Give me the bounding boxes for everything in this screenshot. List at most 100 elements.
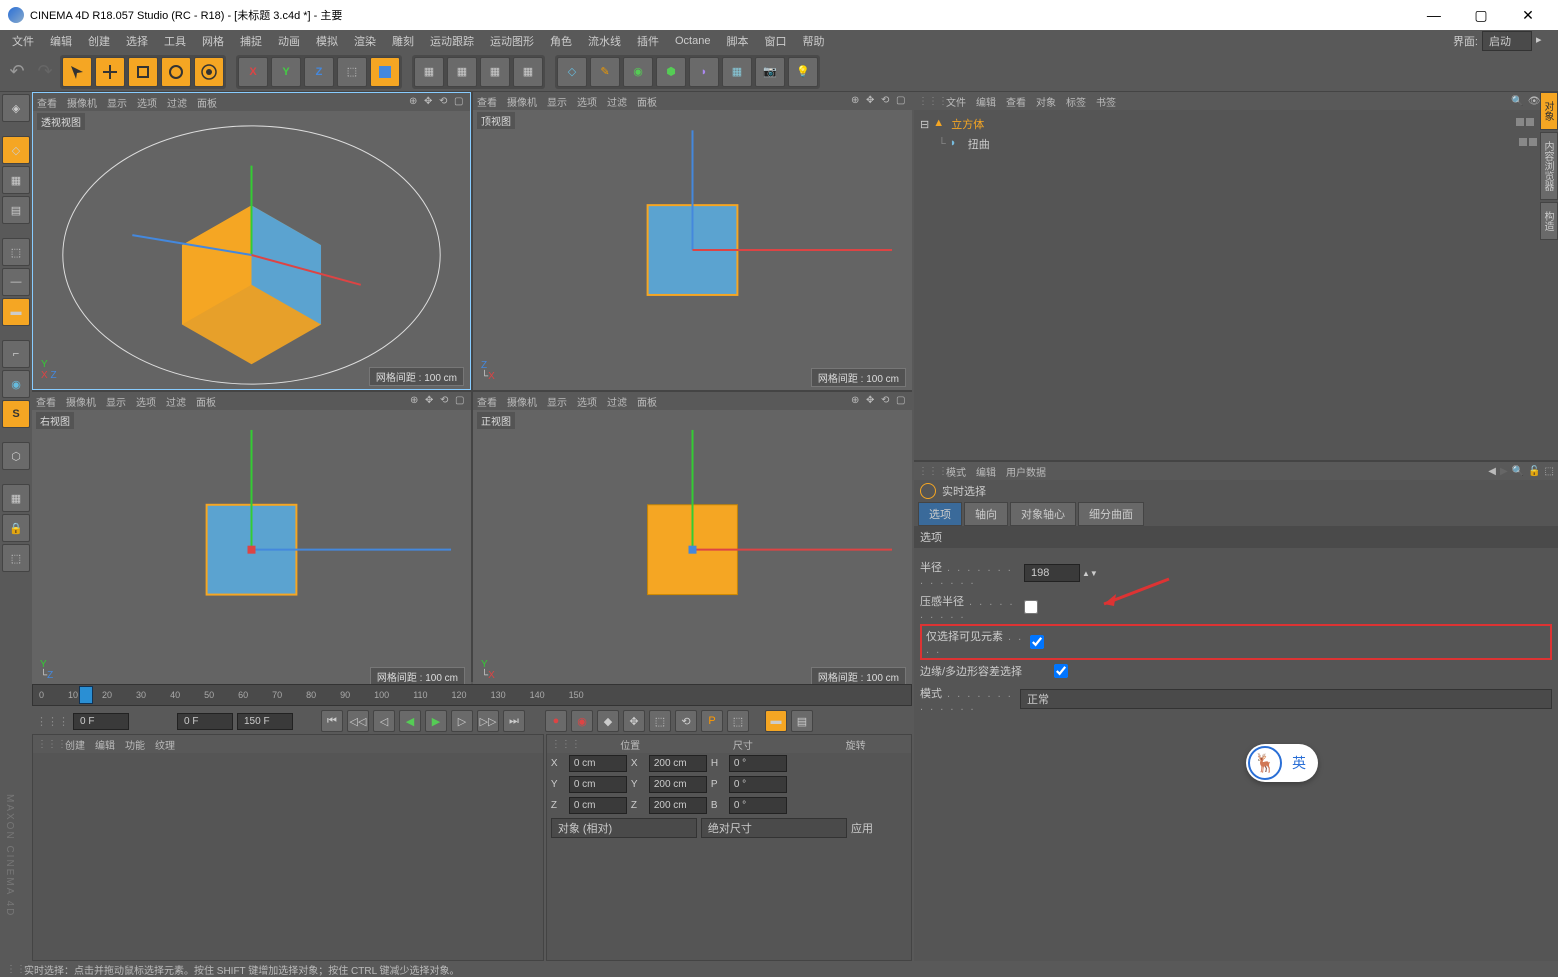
grip-icon[interactable]: ⋮⋮⋮ (918, 466, 936, 477)
vp-nav-icon[interactable]: ▢ (896, 95, 908, 107)
fcurve-window[interactable]: ▤ (791, 710, 813, 732)
grip-icon[interactable]: ⋮⋮⋮ (6, 964, 24, 975)
mat-create[interactable]: 创建 (65, 737, 85, 752)
grip-icon[interactable]: ⋮⋮⋮ (551, 739, 569, 750)
move-tool[interactable] (95, 57, 125, 87)
search-icon[interactable]: 🔍 (1512, 466, 1524, 477)
vp-panel[interactable]: 面板 (196, 394, 216, 409)
vp-options[interactable]: 选项 (577, 94, 597, 109)
vp-nav-icon[interactable]: ⟲ (881, 95, 893, 107)
vp-nav-icon[interactable]: ⊕ (409, 96, 421, 108)
pos-z[interactable]: 0 cm (569, 797, 627, 814)
redo-button[interactable]: ↷ (32, 59, 58, 85)
mat-texture[interactable]: 纹理 (155, 737, 175, 752)
vp-display[interactable]: 显示 (106, 394, 126, 409)
vp-nav-icon[interactable]: ▢ (455, 395, 467, 407)
y-axis-button[interactable]: Y (271, 57, 301, 87)
vp-nav-icon[interactable]: ✥ (425, 395, 437, 407)
vp-nav-icon[interactable]: ✥ (866, 95, 878, 107)
render-settings-button[interactable]: ▦ (480, 57, 510, 87)
visibility-dot[interactable] (1519, 138, 1527, 146)
viewport-perspective[interactable]: 查看 摄像机 显示 选项 过滤 面板 ⊕✥⟲▢ 透视视图 (32, 92, 471, 390)
apply-button[interactable]: 应用 (851, 820, 907, 836)
workplane-mode[interactable]: ▤ (2, 196, 30, 224)
menu-tools[interactable]: 工具 (158, 31, 192, 51)
rotate-tool[interactable] (161, 57, 191, 87)
timeline-slider[interactable] (79, 686, 93, 704)
obj-edit[interactable]: 编辑 (976, 94, 996, 109)
sidetab-2[interactable]: 内容浏览器 (1540, 132, 1558, 200)
sidetab-3[interactable]: 构造 (1540, 202, 1558, 240)
goto-end[interactable]: ⏭ (503, 710, 525, 732)
nav-fwd-icon[interactable]: ▶ (1500, 466, 1508, 477)
obj-file[interactable]: 文件 (946, 94, 966, 109)
vp-nav-icon[interactable]: ✥ (424, 96, 436, 108)
menu-create[interactable]: 创建 (82, 31, 116, 51)
scale-tool[interactable] (128, 57, 158, 87)
goto-start[interactable]: ⏮ (321, 710, 343, 732)
viewport-front[interactable]: 查看 摄像机 显示 选项 过滤 面板 ⊕✥⟲▢ 正视图 (473, 392, 912, 689)
menu-plugins[interactable]: 插件 (631, 31, 665, 51)
light-icon[interactable]: 💡 (788, 57, 818, 87)
undo-button[interactable]: ↶ (4, 59, 30, 85)
size-mode[interactable]: 绝对尺寸 (701, 818, 847, 838)
visibility-dot[interactable] (1526, 118, 1534, 126)
vp-filter[interactable]: 过滤 (166, 394, 186, 409)
close-button[interactable]: ✕ (1506, 7, 1550, 24)
vp-nav-icon[interactable]: ⟲ (881, 395, 893, 407)
vp-nav-icon[interactable]: ⟲ (439, 96, 451, 108)
vp-options[interactable]: 选项 (577, 394, 597, 409)
vp-display[interactable]: 显示 (547, 394, 567, 409)
menu-render[interactable]: 渲染 (348, 31, 382, 51)
x-axis-button[interactable]: X (238, 57, 268, 87)
menu-tracker[interactable]: 运动跟踪 (424, 31, 480, 51)
radius-field[interactable]: 198 (1024, 564, 1080, 582)
tree-item-twist[interactable]: └ ◗ 扭曲 ✓ (918, 134, 1554, 154)
texture-mode[interactable]: ▦ (2, 166, 30, 194)
vp-panel[interactable]: 面板 (637, 94, 657, 109)
tab-sds[interactable]: 细分曲面 (1078, 502, 1144, 526)
vp-nav-icon[interactable]: ✥ (866, 395, 878, 407)
vp-panel[interactable]: 面板 (637, 394, 657, 409)
vp-camera[interactable]: 摄像机 (507, 94, 537, 109)
render-view-button[interactable]: ▦ (414, 57, 444, 87)
camera-icon[interactable]: 📷 (755, 57, 785, 87)
play-back[interactable]: ◀ (399, 710, 421, 732)
menu-help[interactable]: 帮助 (796, 31, 830, 51)
layout-config-icon[interactable]: ▸ (1536, 33, 1552, 49)
ime-widget[interactable]: 🦌 英 (1246, 744, 1318, 782)
visibility-dot[interactable] (1529, 138, 1537, 146)
tab-axis[interactable]: 轴向 (964, 502, 1008, 526)
object-name[interactable]: 立方体 (951, 116, 984, 132)
menu-pipeline[interactable]: 流水线 (582, 31, 627, 51)
menu-edit[interactable]: 编辑 (44, 31, 78, 51)
size-y[interactable]: 200 cm (649, 776, 707, 793)
grip-icon[interactable]: ⋮⋮⋮ (918, 96, 936, 107)
vp-display[interactable]: 显示 (107, 95, 127, 110)
timeline-window[interactable]: ▬ (765, 710, 787, 732)
menu-octane[interactable]: Octane (669, 33, 716, 49)
menu-file[interactable]: 文件 (6, 31, 40, 51)
key-rot[interactable]: ⟲ (675, 710, 697, 732)
nurbs-icon[interactable]: ◉ (623, 57, 653, 87)
menu-window[interactable]: 窗口 (758, 31, 792, 51)
render-region-button[interactable]: ▦ (447, 57, 477, 87)
menu-sculpt[interactable]: 雕刻 (386, 31, 420, 51)
obj-tags[interactable]: 标签 (1066, 94, 1086, 109)
visible-only-checkbox[interactable] (1030, 635, 1044, 649)
frame-start[interactable]: 0 F (73, 713, 129, 730)
eye-icon[interactable]: 👁 (1528, 96, 1541, 107)
attr-edit[interactable]: 编辑 (976, 464, 996, 479)
deformer-icon[interactable]: ◗ (689, 57, 719, 87)
pos-y[interactable]: 0 cm (569, 776, 627, 793)
nav-back-icon[interactable]: ◀ (1488, 466, 1496, 477)
vp-nav-icon[interactable]: ▢ (896, 395, 908, 407)
timeline[interactable]: 0 10 20 30 40 50 60 70 80 90 100 110 120… (32, 684, 912, 706)
tree-item-cube[interactable]: ⊟ ▲ 立方体 ▦ (918, 114, 1554, 134)
menu-script[interactable]: 脚本 (720, 31, 754, 51)
vp-camera[interactable]: 摄像机 (66, 394, 96, 409)
rot-h-val[interactable]: 0 ° (729, 755, 787, 772)
viewport-top[interactable]: 查看 摄像机 显示 选项 过滤 面板 ⊕✥⟲▢ 顶视图 Z└X (473, 92, 912, 390)
vp-camera[interactable]: 摄像机 (67, 95, 97, 110)
vp-filter[interactable]: 过滤 (607, 394, 627, 409)
